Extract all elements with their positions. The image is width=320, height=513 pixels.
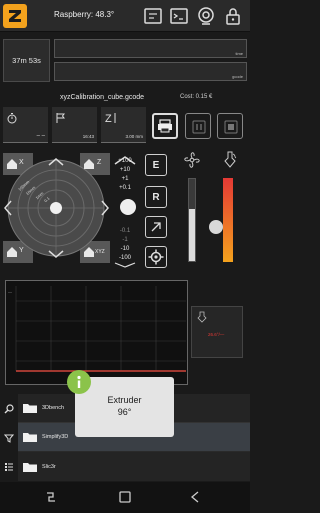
list-item-name: Simplify3D (42, 434, 69, 440)
home-y-label: Y (19, 247, 24, 254)
pause-icon (192, 120, 206, 134)
folder-icon (23, 404, 37, 413)
print-cost: Cost: 0.15 € (180, 94, 213, 100)
extrude-label: E (152, 159, 160, 171)
lock-icon[interactable] (222, 5, 244, 27)
pause-button[interactable] (185, 113, 211, 139)
webcam-icon[interactable] (195, 5, 217, 27)
z-step-up-01[interactable]: +0.1 (111, 185, 139, 191)
z-height-icon: Z (104, 111, 118, 130)
print-time-value: 37m 53s (12, 56, 41, 65)
extrude-button[interactable]: E (145, 154, 167, 176)
elapsed-time-placeholder: – – (36, 133, 45, 139)
gear-icon (148, 249, 164, 265)
z-step-up-100[interactable]: +100 (111, 158, 139, 164)
list-item-name: 3Dbench (42, 405, 65, 411)
home-xyz-label: XYZ (95, 249, 105, 255)
z-height-value: 3.00 mm (125, 134, 143, 139)
top-bar: Raspberry: 48.3° (0, 0, 250, 32)
motors-off-button[interactable] (145, 216, 167, 238)
stopwatch-icon (6, 111, 18, 129)
print-button[interactable] (152, 113, 178, 139)
info-icon (67, 370, 91, 394)
back-nav-icon[interactable] (188, 490, 202, 509)
toast-value: 96° (117, 407, 132, 417)
fan-icon (182, 150, 202, 175)
z-step-down-1[interactable]: -1 (111, 237, 139, 243)
home-nav-icon[interactable] (118, 490, 132, 509)
home-z-label: Z (97, 159, 102, 166)
fan-speed-fill (189, 209, 195, 261)
z-step-up-1[interactable]: +1 (111, 176, 139, 182)
z-step-down-100[interactable]: -100 (111, 255, 139, 261)
z-step-down-01[interactable]: -0.1 (111, 228, 139, 234)
finish-time-value: 16:43 (82, 134, 94, 139)
folder-icon (23, 462, 37, 472)
raspberry-temperature: Raspberry: 48.3° (54, 10, 115, 19)
fan-speed-slider[interactable] (188, 178, 196, 262)
list-item[interactable]: Slic3r (18, 452, 250, 481)
temperature-slider[interactable] (223, 178, 233, 262)
printer-icon (158, 119, 172, 133)
z-step-up-10[interactable]: +10 (111, 167, 139, 173)
retract-button[interactable]: R (145, 186, 167, 208)
elapsed-time-chip: – – (3, 107, 48, 143)
temperature-graph: — (5, 280, 188, 385)
search-icon[interactable] (0, 394, 17, 423)
toast-title: Extruder (107, 395, 142, 405)
finish-time-chip: 16:43 (52, 107, 97, 143)
z-jog-control[interactable]: +100 +10 +1 +0.1 -0.1 -1 -10 -100 (109, 152, 141, 268)
stop-button[interactable] (217, 113, 243, 139)
stop-icon (224, 120, 238, 134)
list-view-icon[interactable] (0, 452, 17, 481)
printer-console-icon[interactable] (142, 5, 164, 27)
app-logo-icon (3, 4, 27, 28)
nozzle-icon (197, 311, 207, 323)
gcode-progress-bar: gcode (54, 62, 247, 81)
svg-text:Z: Z (105, 113, 112, 125)
heater-readout-panel: 26.6°/— (191, 306, 243, 358)
motor-off-icon (151, 222, 161, 232)
retract-label: R (152, 191, 160, 203)
filter-icon[interactable] (0, 423, 17, 452)
recent-apps-icon[interactable] (44, 490, 58, 509)
home-x-label: X (19, 159, 24, 166)
file-name: xyzCalibration_cube.gcode (60, 94, 145, 101)
folder-icon (23, 433, 37, 442)
gcode-progress-label: gcode (232, 74, 243, 79)
svg-text:—: — (8, 289, 12, 294)
finish-flag-icon (55, 111, 67, 129)
list-item-name: Slic3r (42, 463, 56, 470)
heater-icon (222, 150, 238, 175)
print-time-display: 37m 53s (3, 39, 50, 82)
z-jog-knob[interactable] (120, 199, 136, 215)
heater-readout-value: 26.6°/— (208, 332, 225, 337)
terminal-icon[interactable] (168, 5, 190, 27)
settings-button[interactable] (145, 246, 167, 268)
jog-control[interactable]: X Z Y XYZ 100mm 10mm 1mm 0.1 (3, 153, 110, 263)
temperature-slider-thumb[interactable] (209, 220, 223, 234)
time-progress-label: time (235, 51, 243, 56)
system-nav-bar (0, 482, 250, 513)
time-progress-bar: time (54, 39, 247, 58)
z-height-chip: Z 3.00 mm (101, 107, 146, 143)
z-step-down-10[interactable]: -10 (111, 246, 139, 252)
